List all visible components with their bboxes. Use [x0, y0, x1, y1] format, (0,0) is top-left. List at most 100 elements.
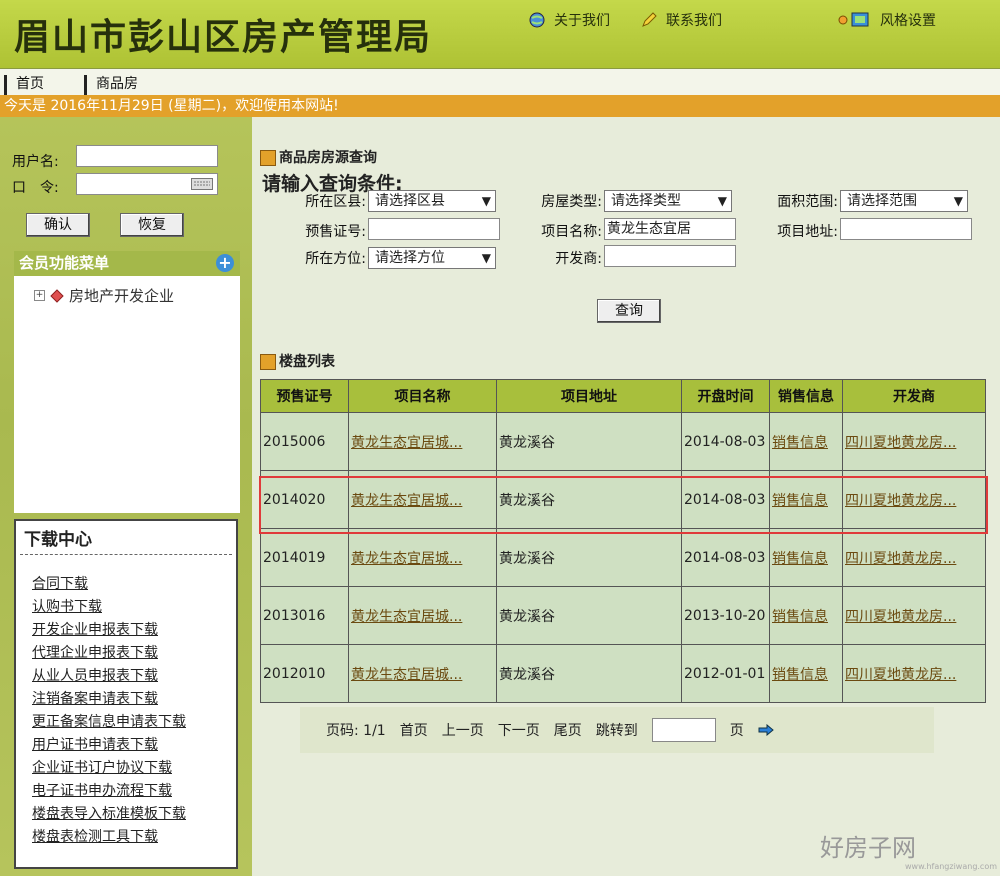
query-section-title: 商品房房源查询	[260, 147, 377, 167]
download-link[interactable]: 用户证书申请表下载	[32, 737, 158, 753]
download-link[interactable]: 注销备案申请表下载	[32, 691, 158, 707]
sales-info-link[interactable]: 销售信息	[772, 493, 828, 509]
password-input[interactable]	[76, 173, 218, 195]
page-jump-input[interactable]	[651, 718, 716, 742]
style-settings-label: 风格设置	[880, 13, 936, 29]
developer-link[interactable]: 四川夏地黄龙房...	[845, 667, 956, 683]
project-address-input[interactable]	[840, 218, 972, 240]
member-menu-header: 会员功能菜单 +	[14, 251, 240, 276]
area-range-label: 面积范围:	[777, 194, 838, 210]
download-link[interactable]: 合同下载	[32, 576, 88, 592]
table-row: 2012010 黄龙生态宜居城... 黄龙溪谷 2012-01-01 销售信息 …	[260, 644, 986, 703]
section-icon	[260, 354, 276, 370]
site-title: 眉山市彭山区房产管理局	[14, 16, 433, 58]
download-link[interactable]: 认购书下载	[32, 599, 102, 615]
about-label: 关于我们	[554, 13, 610, 29]
district-select[interactable]: 请选择区县 ▼	[368, 190, 496, 212]
first-page-link[interactable]: 首页	[400, 720, 428, 740]
password-label: 口 令:	[12, 180, 59, 196]
download-link[interactable]: 楼盘表检测工具下载	[32, 829, 158, 845]
direction-select[interactable]: 请选择方位 ▼	[368, 247, 496, 269]
nav-tab-commercial[interactable]: 商品房	[84, 75, 166, 95]
district-label: 所在区县:	[305, 194, 366, 210]
developer-link[interactable]: 四川夏地黄龙房...	[845, 493, 956, 509]
opening-date-cell: 2014-08-03	[681, 412, 770, 471]
globe-icon	[529, 12, 545, 28]
nav-tab-home[interactable]: 首页	[4, 75, 86, 95]
presale-input[interactable]	[368, 218, 500, 240]
contact-link[interactable]: 联系我们	[640, 10, 722, 30]
table-row: 2015006 黄龙生态宜居城... 黄龙溪谷 2014-08-03 销售信息 …	[260, 412, 986, 471]
username-label: 用户名:	[12, 154, 59, 170]
next-page-link[interactable]: 下一页	[498, 720, 540, 740]
member-menu: 会员功能菜单 + + 房地产开发企业	[14, 251, 240, 513]
sales-info-link[interactable]: 销售信息	[772, 435, 828, 451]
sales-info-link[interactable]: 销售信息	[772, 609, 828, 625]
tree-item-label: 房地产开发企业	[69, 287, 175, 305]
contact-label: 联系我们	[666, 13, 722, 29]
sales-info-link[interactable]: 销售信息	[772, 551, 828, 567]
dropdown-arrow-icon: ▼	[953, 194, 963, 208]
jump-to-label: 跳转到	[595, 723, 638, 739]
arrow-right-icon[interactable]	[758, 724, 774, 736]
opening-date-cell: 2014-08-03	[681, 470, 770, 529]
presale-number-cell: 2015006	[260, 412, 349, 471]
presale-number-cell: 2014020	[260, 470, 349, 529]
project-name-link[interactable]: 黄龙生态宜居城...	[351, 435, 462, 451]
prev-page-link[interactable]: 上一页	[442, 720, 484, 740]
dropdown-arrow-icon: ▼	[717, 194, 727, 208]
developer-link[interactable]: 四川夏地黄龙房...	[845, 609, 956, 625]
area-range-select[interactable]: 请选择范围 ▼	[840, 190, 968, 212]
project-name-link[interactable]: 黄龙生态宜居城...	[351, 551, 462, 567]
project-name-link[interactable]: 黄龙生态宜居城...	[351, 493, 462, 509]
opening-date-cell: 2013-10-20	[681, 586, 770, 645]
date-banner: 今天是 2016年11月29日 (星期二)，欢迎使用本网站!	[0, 95, 1000, 117]
download-link[interactable]: 开发企业申报表下载	[32, 622, 158, 638]
tree-expand-icon[interactable]: +	[34, 290, 45, 301]
pagination-bar: 页码: 1/1 首页 上一页 下一页 尾页 跳转到 页	[300, 707, 934, 753]
about-link[interactable]: 关于我们	[528, 10, 610, 30]
last-page-link[interactable]: 尾页	[554, 720, 582, 740]
style-settings-link[interactable]: 风格设置	[838, 10, 936, 30]
download-link[interactable]: 从业人员申报表下载	[32, 668, 158, 684]
download-center: 下载中心 合同下载 认购书下载 开发企业申报表下载 代理企业申报表下载 从业人员…	[14, 519, 238, 869]
project-address-label: 项目地址:	[777, 224, 838, 240]
project-name-link[interactable]: 黄龙生态宜居城...	[351, 609, 462, 625]
expand-plus-icon[interactable]: +	[216, 254, 234, 272]
table-header-row: 预售证号 项目名称 项目地址 开盘时间 销售信息 开发商	[260, 379, 986, 413]
username-input[interactable]	[76, 145, 218, 167]
search-button[interactable]: 查询	[597, 299, 661, 323]
confirm-button[interactable]: 确认	[26, 213, 90, 237]
developer-input[interactable]	[604, 245, 736, 267]
column-header: 开发商	[842, 379, 986, 413]
project-name-input[interactable]: 黄龙生态宜居	[604, 218, 736, 240]
tree-item-developer[interactable]: + 房地产开发企业	[34, 285, 174, 306]
project-name-link[interactable]: 黄龙生态宜居城...	[351, 667, 462, 683]
site-header: 眉山市彭山区房产管理局 关于我们 联系我们 风格设置	[0, 0, 1000, 68]
download-link[interactable]: 电子证书申办流程下载	[32, 783, 172, 799]
download-list: 合同下载 认购书下载 开发企业申报表下载 代理企业申报表下载 从业人员申报表下载…	[32, 573, 236, 849]
diamond-icon	[50, 288, 64, 303]
opening-date-cell: 2012-01-01	[681, 644, 770, 703]
listing-table: 预售证号 项目名称 项目地址 开盘时间 销售信息 开发商 2015006 黄龙生…	[260, 379, 986, 703]
sales-info-link[interactable]: 销售信息	[772, 667, 828, 683]
reset-button[interactable]: 恢复	[120, 213, 184, 237]
column-header: 开盘时间	[681, 379, 770, 413]
download-link[interactable]: 代理企业申报表下载	[32, 645, 158, 661]
house-type-select[interactable]: 请选择类型 ▼	[604, 190, 732, 212]
developer-label: 开发商:	[555, 251, 602, 267]
member-menu-title: 会员功能菜单	[19, 254, 110, 272]
project-address-cell: 黄龙溪谷	[496, 528, 682, 587]
developer-link[interactable]: 四川夏地黄龙房...	[845, 551, 956, 567]
sidebar: 用户名: 口 令: 确认 恢复 会员功能菜单 + + 房地产开发企业 下载中心 …	[0, 117, 252, 876]
keyboard-icon[interactable]	[191, 178, 213, 190]
presale-number-cell: 2013016	[260, 586, 349, 645]
download-link[interactable]: 楼盘表导入标准模板下载	[32, 806, 186, 822]
column-header: 项目名称	[348, 379, 497, 413]
house-type-label: 房屋类型:	[541, 194, 602, 210]
download-center-title: 下载中心	[20, 521, 232, 555]
developer-link[interactable]: 四川夏地黄龙房...	[845, 435, 956, 451]
table-row: 2014020 黄龙生态宜居城... 黄龙溪谷 2014-08-03 销售信息 …	[260, 470, 986, 529]
download-link[interactable]: 更正备案信息申请表下载	[32, 714, 186, 730]
download-link[interactable]: 企业证书订户协议下载	[32, 760, 172, 776]
